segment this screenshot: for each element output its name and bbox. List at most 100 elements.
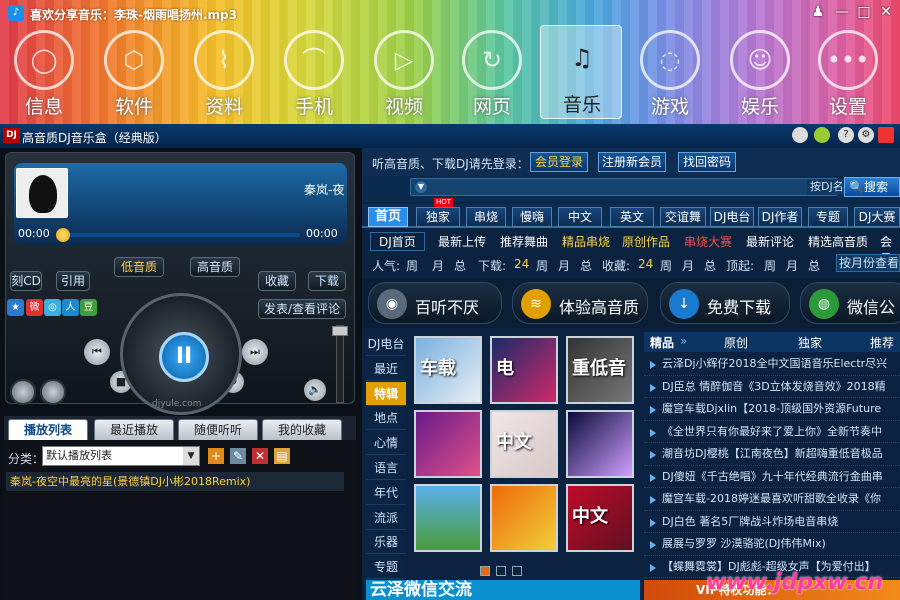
tab-dj-contest[interactable]: DJ大赛 — [854, 207, 900, 227]
rank-item[interactable]: 24 — [514, 257, 529, 271]
rank-item[interactable]: 周 — [764, 257, 776, 274]
next-button[interactable]: ⏭ — [242, 339, 268, 365]
clear-list-icon[interactable]: ▤ — [274, 448, 290, 464]
star-share-icon[interactable]: ★ — [7, 299, 24, 316]
download-button[interactable]: 下载 — [308, 271, 346, 291]
subnav-dj-home[interactable]: DJ首页 — [370, 232, 425, 251]
carousel-dot[interactable] — [496, 566, 506, 576]
prev-button[interactable]: ⏮ — [84, 339, 110, 365]
dj-category-item[interactable]: 最近 — [366, 357, 406, 381]
register-button[interactable]: 注册新会员 — [598, 152, 666, 172]
song-list-item[interactable]: 魔宫车载-2018婷迷最喜欢听甜歌全收录《你 — [644, 488, 900, 511]
song-list-item[interactable]: 潮音坊DJ樱桃【江南夜色】新超嗨重低音极品 — [644, 443, 900, 466]
close-panel-icon[interactable] — [878, 127, 894, 143]
subnav-recommend[interactable]: 推荐舞曲 — [500, 233, 548, 250]
category-select[interactable]: 默认播放列表 ▼ — [42, 446, 200, 466]
recover-password-button[interactable]: 找回密码 — [678, 152, 736, 172]
subnav-fine-medley[interactable]: 精品串烧 — [562, 233, 610, 250]
music-tile[interactable] — [414, 484, 482, 552]
nav-settings[interactable]: ••• 设置 — [809, 28, 887, 122]
volume-icon[interactable]: 🔊 — [304, 379, 326, 401]
left-knob-2[interactable] — [40, 379, 66, 405]
subnav-comments[interactable]: 最新评论 — [746, 233, 794, 250]
edit-list-icon[interactable]: ✎ — [230, 448, 246, 464]
reference-button[interactable]: 引用 — [56, 271, 90, 291]
music-tile[interactable] — [566, 410, 634, 478]
playlist-item[interactable]: 秦岚-夜空中最亮的星(景德镇DJ小彬2018Remix) — [6, 472, 344, 491]
music-tile[interactable]: 车载 — [414, 336, 482, 404]
rank-item[interactable]: 24 — [638, 257, 653, 271]
nav-phone[interactable]: ⌒ 手机 — [275, 28, 353, 122]
search-dropdown-icon[interactable]: ▼ — [415, 181, 427, 193]
rank-item[interactable]: 月 — [682, 257, 694, 274]
subnav-original[interactable]: 原创作品 — [622, 233, 670, 250]
skin-button[interactable]: ♟ — [806, 3, 830, 21]
month-view-button[interactable]: 按月份查看 — [836, 254, 900, 272]
minimize-button[interactable]: — — [830, 3, 854, 21]
song-list-item[interactable]: DJ白色 著名5厂牌战斗炸场电音串烧 — [644, 511, 900, 533]
tab-english[interactable]: 英文 — [610, 207, 654, 227]
nav-games[interactable]: ◌ 游戏 — [631, 28, 709, 122]
tab-topic[interactable]: 专题 — [808, 207, 848, 227]
nav-entertainment[interactable]: ☺ 娱乐 — [721, 28, 799, 122]
dj-category-item[interactable]: 乐器 — [366, 530, 406, 555]
list-tab-recommend[interactable]: 推荐 — [870, 334, 894, 351]
help-icon[interactable]: ? — [838, 127, 854, 143]
search-button[interactable]: 🔍搜索 — [844, 177, 900, 197]
song-list-item[interactable]: 展展与罗罗 沙漠骆驼(DJ伟伟Mix) — [644, 533, 900, 556]
dj-category-item[interactable]: 流派 — [366, 506, 406, 530]
nav-info[interactable]: ◯ 信息 — [5, 28, 83, 122]
rank-item[interactable]: 周 — [660, 257, 672, 274]
music-tile[interactable]: 电 — [490, 336, 558, 404]
tab-dj-radio[interactable]: DJ电台 — [710, 207, 754, 227]
rank-item[interactable]: 总 — [704, 257, 716, 274]
add-list-icon[interactable]: + — [208, 448, 224, 464]
subnav-hq[interactable]: 精选高音质 — [808, 233, 868, 250]
progress-knob[interactable] — [56, 228, 70, 242]
list-tab-fine[interactable]: 精品 — [650, 334, 674, 351]
dj-category-item[interactable]: 专题 — [366, 555, 406, 580]
member-login-button[interactable]: 会员登录 — [530, 152, 588, 172]
douban-icon[interactable]: 豆 — [80, 299, 97, 316]
nav-video[interactable]: ▷ 视频 — [365, 28, 443, 122]
left-knob[interactable] — [10, 379, 36, 405]
dj-category-item[interactable]: 地点 — [366, 406, 406, 431]
music-tile[interactable]: 中文 — [490, 410, 558, 478]
list-tab-exclusive[interactable]: 独家 — [798, 334, 822, 351]
rank-item[interactable]: 总 — [808, 257, 820, 274]
chevron-down-icon[interactable]: ▼ — [183, 447, 199, 465]
burn-cd-button[interactable]: 刻CD — [10, 271, 42, 291]
progress-bar[interactable] — [56, 228, 300, 242]
volume-slider[interactable] — [332, 325, 348, 403]
music-tile[interactable] — [490, 484, 558, 552]
high-quality-button[interactable]: 高音质 — [190, 257, 240, 277]
subnav-contest[interactable]: 串烧大赛 — [684, 233, 732, 250]
song-list-item[interactable]: DJ臣总 情醉伽音《3D立体发烧音效》2018精 — [644, 376, 900, 398]
music-tile[interactable] — [414, 410, 482, 478]
tab-random[interactable]: 随便听听 — [178, 419, 258, 441]
dj-category-item[interactable]: 特辑 — [366, 381, 406, 406]
carousel-dot[interactable] — [512, 566, 522, 576]
low-quality-button[interactable]: 低音质 — [114, 257, 164, 277]
rank-item[interactable]: 月 — [558, 257, 570, 274]
dj-category-item[interactable]: 语言 — [366, 456, 406, 480]
tab-medley[interactable]: 串烧 — [466, 207, 506, 227]
qzone-icon[interactable]: ◎ — [44, 299, 61, 316]
renren-icon[interactable]: 人 — [62, 299, 79, 316]
delete-list-icon[interactable]: ✕ — [252, 448, 268, 464]
nav-web[interactable]: ↻ 网页 — [453, 28, 531, 122]
song-list-item[interactable]: 云泽Dj小辉仔2018全中文国语音乐Electr尽兴 — [644, 353, 900, 376]
tab-chinese[interactable]: 中文 — [558, 207, 602, 227]
search-input[interactable]: ▼ 按DJ名称 — [410, 178, 887, 196]
close-button[interactable]: ✕ — [874, 3, 898, 21]
song-list-item[interactable]: DJ傻妞《千古绝唱》九十年代经典流行金曲串 — [644, 466, 900, 488]
weibo-icon[interactable]: 微 — [26, 299, 43, 316]
tab-playlist[interactable]: 播放列表 — [8, 419, 88, 441]
dj-category-item[interactable]: DJ电台 — [366, 332, 406, 356]
subnav-latest[interactable]: 最新上传 — [438, 233, 486, 250]
rank-item[interactable]: 总 — [580, 257, 592, 274]
pause-button[interactable]: II — [159, 332, 209, 382]
dj-category-item[interactable]: 年代 — [366, 481, 406, 505]
feature-3[interactable]: ↓ 免费下载 — [660, 282, 790, 324]
carousel-dot[interactable] — [480, 566, 490, 576]
